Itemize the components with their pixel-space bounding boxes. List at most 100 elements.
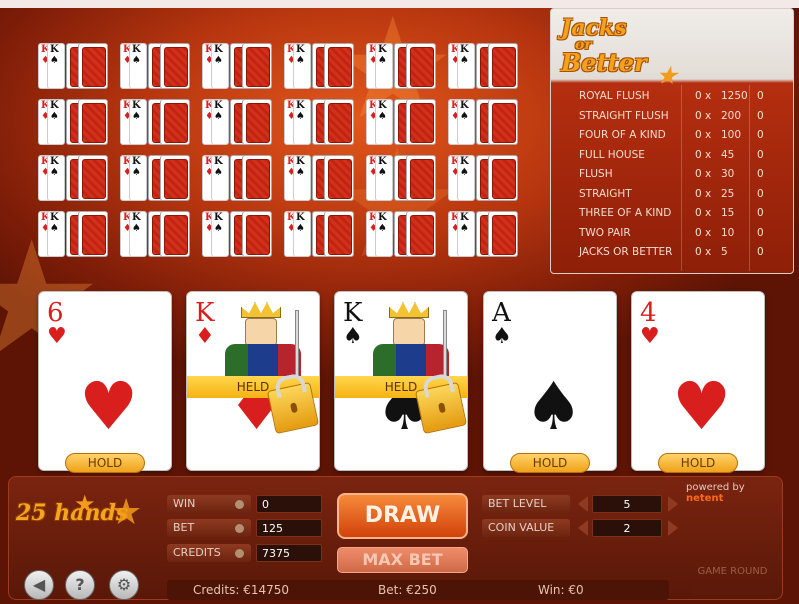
- mini-hand: K ♦ K ♠: [448, 43, 520, 89]
- paytable-count: 0 x: [695, 187, 712, 200]
- card-suit-small: ♦: [195, 324, 215, 349]
- help-icon: ?: [75, 575, 85, 594]
- paytable-win: 0: [757, 148, 764, 161]
- mini-hand: K ♦ K ♠: [120, 99, 192, 145]
- paytable-win: 0: [757, 168, 764, 180]
- paytable-pay: 10: [721, 226, 735, 239]
- paytable-row: FLUSH 0 x 30 0: [579, 166, 789, 185]
- hands-logo-star-icon: ★: [110, 492, 143, 533]
- mini-card-back: [406, 211, 436, 257]
- mini-hand: K ♦ K ♠: [448, 99, 520, 145]
- mini-card-back: [78, 155, 108, 201]
- paytable-count: 0 x: [695, 168, 712, 180]
- mini-card-face: K ♠: [293, 155, 311, 201]
- paytable-win: 0: [757, 109, 764, 122]
- coin-value-increase-arrow[interactable]: [668, 520, 678, 536]
- mini-card-back: [78, 99, 108, 145]
- draw-button[interactable]: DRAW: [337, 493, 468, 539]
- mini-hand: K ♦ K ♠: [120, 211, 192, 257]
- mini-card-face: K ♠: [293, 43, 311, 89]
- paytable-hand: JACKS OR BETTER: [579, 246, 673, 258]
- netent-logo: netent: [686, 493, 724, 504]
- mini-card-face: K ♠: [375, 155, 393, 201]
- coin-value-decrease-arrow[interactable]: [578, 520, 588, 536]
- paytable-win: 0: [757, 90, 764, 102]
- mini-hand: K ♦ K ♠: [38, 43, 110, 89]
- coin-icon: [235, 549, 244, 558]
- playing-card[interactable]: K ♠ ♠ HELD: [334, 291, 468, 471]
- status-bet: Bet: €250: [378, 583, 437, 597]
- mini-card-face: K ♠: [211, 99, 229, 145]
- paytable-hand: TWO PAIR: [579, 226, 631, 239]
- mini-card-face: K ♠: [211, 43, 229, 89]
- mini-card-face: K ♠: [293, 99, 311, 145]
- sound-button[interactable]: ◀: [24, 570, 54, 600]
- settings-button[interactable]: ⚙: [109, 570, 139, 600]
- mini-card-back: [242, 99, 272, 145]
- hold-button[interactable]: HOLD: [510, 453, 590, 473]
- hold-button[interactable]: HOLD: [65, 453, 145, 473]
- mini-hand: K ♦ K ♠: [284, 99, 356, 145]
- bet-value: 125: [256, 519, 322, 537]
- mini-hand: K ♦ K ♠: [284, 211, 356, 257]
- paytable-pay: 5: [721, 246, 728, 258]
- playing-card[interactable]: 4 ♥ ♥: [631, 291, 765, 471]
- win-label: WIN: [167, 495, 251, 513]
- bet-level-value: 5: [592, 495, 662, 513]
- hold-button[interactable]: HOLD: [658, 453, 738, 473]
- mini-hand: K ♦ K ♠: [366, 99, 438, 145]
- paytable-count: 0 x: [695, 207, 712, 219]
- credits-label: CREDITS: [167, 544, 251, 562]
- mini-card-back: [488, 155, 518, 201]
- paytable-win: 0: [757, 129, 764, 141]
- status-credits: Credits: €14750: [193, 583, 290, 597]
- card-rank: K: [343, 298, 363, 328]
- paytable-pay: 30: [721, 168, 735, 180]
- help-button[interactable]: ?: [65, 570, 95, 600]
- browser-top-strip: [0, 0, 799, 8]
- king-face: [245, 318, 277, 346]
- mini-hand: K ♦ K ♠: [38, 211, 110, 257]
- mini-card-back: [406, 43, 436, 89]
- mini-card-face: K ♠: [457, 43, 475, 89]
- paytable-hand: STRAIGHT: [579, 187, 632, 200]
- mini-card-back: [406, 99, 436, 145]
- bet-level-increase-arrow[interactable]: [668, 496, 678, 512]
- mini-hand: K ♦ K ♠: [202, 99, 274, 145]
- playing-card[interactable]: A ♠ ♠: [483, 291, 617, 471]
- paytable-hand: FLUSH: [579, 168, 613, 180]
- paytable-pay: 45: [721, 148, 735, 161]
- mini-card-face: K ♠: [47, 211, 65, 257]
- padlock-icon: [266, 381, 319, 435]
- mini-card-face: K ♠: [293, 211, 311, 257]
- max-bet-button[interactable]: MAX BET: [337, 547, 468, 573]
- mini-card-face: K ♠: [375, 211, 393, 257]
- paytable-row: TWO PAIR 0 x 10 0: [579, 225, 789, 244]
- mini-card-face: K ♠: [129, 99, 147, 145]
- logo-star-icon: ★: [657, 63, 677, 89]
- card-suit-large: ♠: [524, 368, 584, 445]
- credits-value: 7375: [256, 544, 322, 562]
- mini-card-face: K ♠: [47, 43, 65, 89]
- mini-card-face: K ♠: [375, 99, 393, 145]
- paytable-row: FULL HOUSE 0 x 45 0: [579, 147, 789, 166]
- coin-icon: [235, 500, 244, 509]
- bet-level-decrease-arrow[interactable]: [578, 496, 588, 512]
- mini-card-face: K ♠: [129, 211, 147, 257]
- powered-by: powered by netent: [686, 482, 745, 504]
- playing-card[interactable]: K ♦ ♦ HELD: [186, 291, 320, 471]
- mini-hand: K ♦ K ♠: [366, 211, 438, 257]
- paytable-win: 0: [757, 207, 764, 219]
- paytable-win: 0: [757, 246, 764, 258]
- mini-card-back: [160, 43, 190, 89]
- background-star: ★: [330, 118, 465, 292]
- mini-card-face: K ♠: [211, 211, 229, 257]
- game-stage: ★ ★ ★ K♦K♠K♦K♠K♦K♠K♦K♠K♦K♠K♦K♠K♦K♠K♦K♠K♦…: [0, 0, 799, 604]
- mini-card-face: K ♠: [129, 43, 147, 89]
- mini-card-back: [488, 99, 518, 145]
- mini-card-back: [160, 211, 190, 257]
- mini-card-back: [406, 155, 436, 201]
- paytable-row: FOUR OF A KIND 0 x 100 0: [579, 127, 789, 146]
- playing-card[interactable]: 6 ♥ ♥: [38, 291, 172, 471]
- card-rank: 6: [47, 298, 64, 328]
